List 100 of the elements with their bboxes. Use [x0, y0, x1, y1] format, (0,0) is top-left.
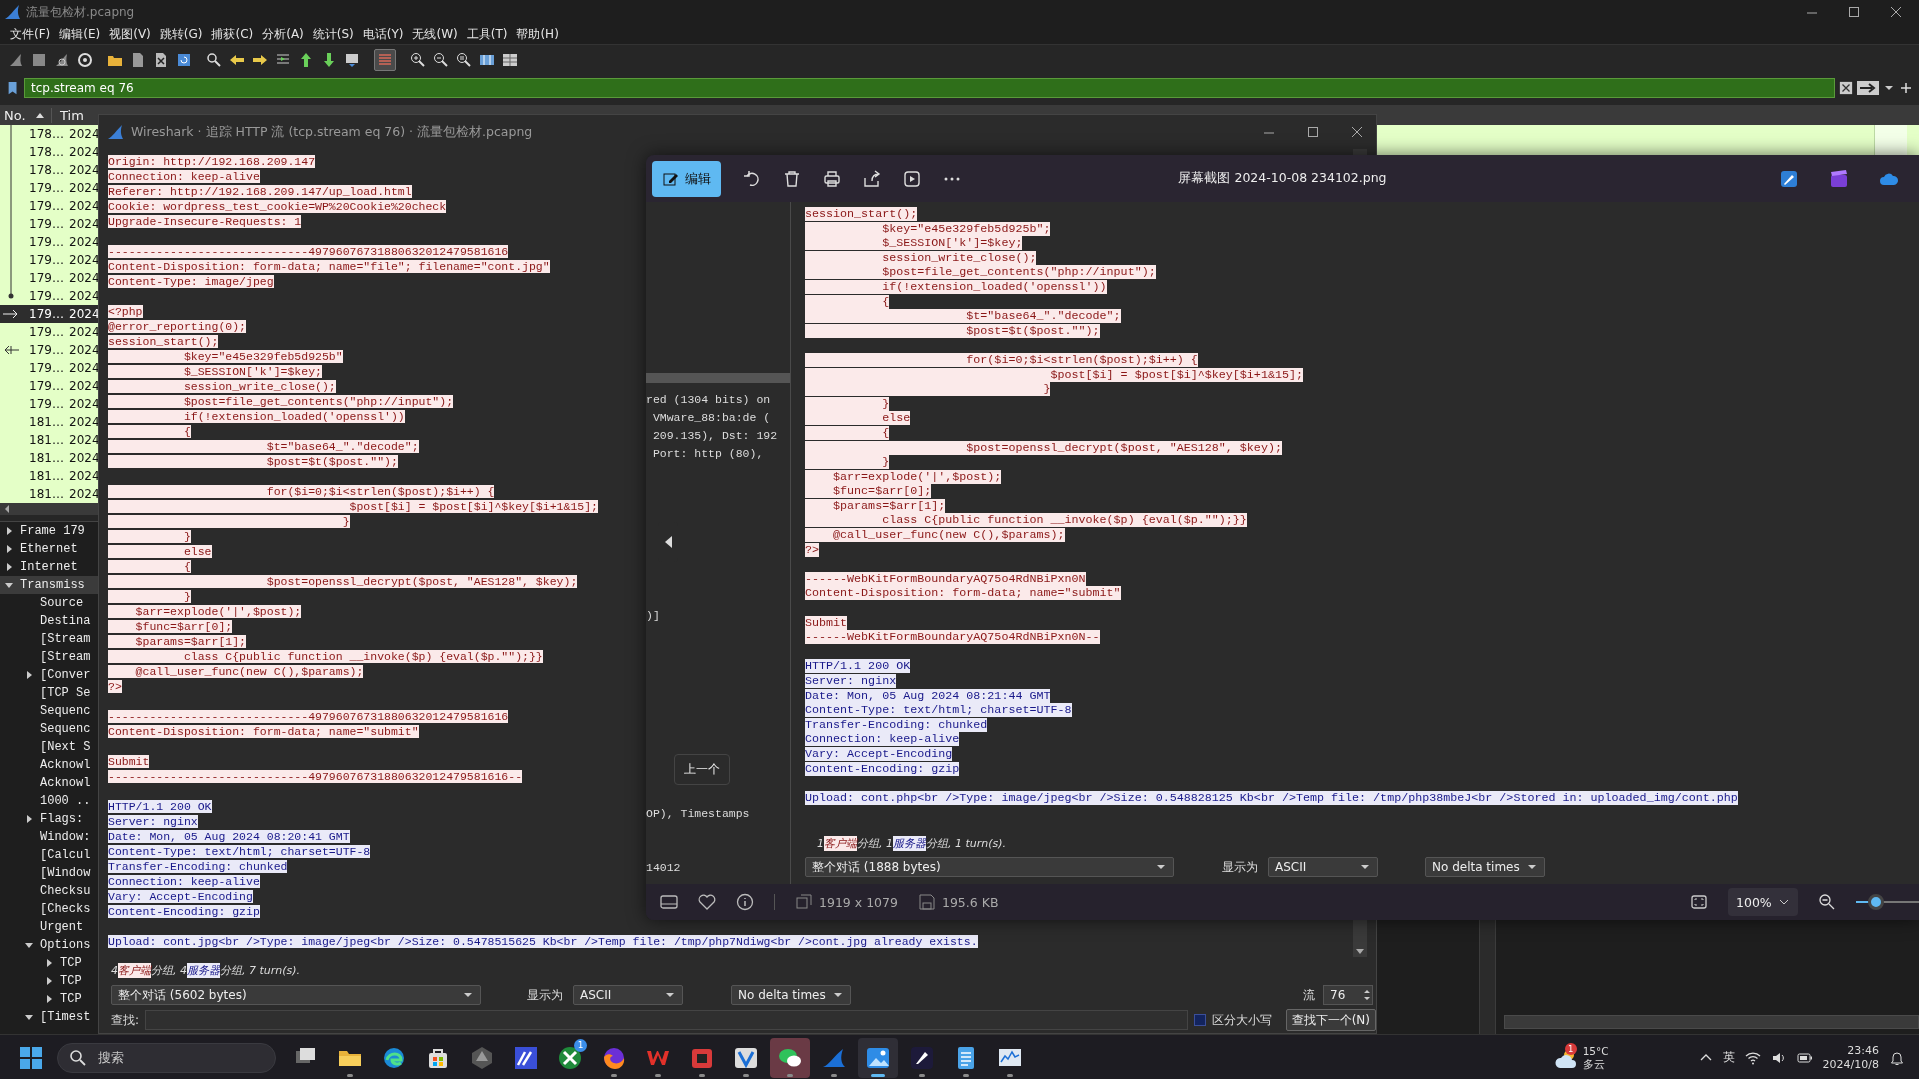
tree-item[interactable]: Sequenc — [0, 720, 98, 738]
column-header[interactable]: Tim — [52, 107, 84, 123]
menu-item[interactable]: 文件(F) — [10, 25, 51, 43]
tree-item[interactable]: Flags: — [0, 810, 98, 828]
resize-columns-icon[interactable] — [479, 52, 495, 68]
plus-icon[interactable] — [1899, 81, 1913, 95]
tree-item[interactable]: Internet — [0, 558, 98, 576]
rotate-icon[interactable] — [743, 169, 761, 188]
packet-row[interactable]: 178… 2024 — [0, 125, 98, 143]
tree-item[interactable]: Source — [0, 594, 98, 612]
taskbar-app[interactable] — [770, 1037, 810, 1078]
stream-spinbox[interactable]: 76 — [1323, 985, 1373, 1005]
tree-item[interactable]: Acknowl — [0, 756, 98, 774]
down-arrow-icon[interactable] — [321, 52, 337, 68]
coloring-toggle[interactable] — [374, 49, 396, 71]
tree-item[interactable]: Destina — [0, 612, 98, 630]
tree-item[interactable]: TCP — [0, 954, 98, 972]
zoom-out-icon[interactable] — [433, 52, 449, 68]
scrollbar[interactable] — [1504, 1015, 1919, 1029]
fit-icon[interactable] — [1690, 893, 1708, 911]
bell-icon[interactable] — [1889, 1049, 1905, 1066]
up-arrow-icon[interactable] — [298, 52, 314, 68]
tree-item[interactable]: Options — [0, 936, 98, 954]
case-checkbox[interactable] — [1193, 1014, 1206, 1026]
file-icon[interactable] — [130, 52, 146, 68]
printer-icon[interactable] — [823, 169, 841, 188]
conversation-dropdown[interactable]: 整个对话 (5602 bytes) — [111, 985, 481, 1005]
tree-item[interactable]: [Calcul — [0, 846, 98, 864]
reload-icon[interactable] — [176, 52, 192, 68]
heart-icon[interactable] — [698, 893, 716, 911]
info-icon[interactable] — [736, 893, 754, 911]
find-field[interactable] — [145, 1010, 1188, 1030]
tree-item[interactable]: Urgent — [0, 918, 98, 936]
search-icon[interactable] — [206, 52, 222, 68]
tree-item[interactable]: TCP — [0, 972, 98, 990]
tree-item[interactable]: 1000 .. — [0, 792, 98, 810]
tree-item[interactable]: Checksu — [0, 882, 98, 900]
grid-icon[interactable] — [502, 52, 518, 68]
tree-item[interactable]: Sequenc — [0, 702, 98, 720]
slideshow-icon[interactable] — [903, 169, 921, 188]
tree-item[interactable]: [Conver — [0, 666, 98, 684]
menu-item[interactable]: 统计(S) — [312, 25, 354, 43]
delta-dropdown[interactable]: No delta times — [731, 985, 851, 1005]
taskbar-app[interactable] — [858, 1037, 898, 1078]
packet-row[interactable]: 181… 2024 — [0, 449, 98, 467]
packet-row[interactable]: 181… 2024 — [0, 467, 98, 485]
find-next-button[interactable]: 查找下一个(N) — [1285, 1009, 1376, 1031]
close-icon[interactable] — [1350, 125, 1364, 139]
gear-icon[interactable] — [77, 52, 93, 68]
packet-row[interactable]: 179… 2024 — [0, 305, 98, 323]
packet-row[interactable]: 178… 2024 — [0, 143, 98, 161]
packet-row[interactable]: 179… 2024 — [0, 287, 98, 305]
trash-icon[interactable] — [783, 169, 801, 188]
packet-row[interactable]: 179… 2024 — [0, 179, 98, 197]
menu-item[interactable]: 工具(T) — [466, 25, 508, 43]
tree-item[interactable]: [Timest — [0, 1008, 98, 1026]
tree-item[interactable]: [Checks — [0, 900, 98, 918]
tree-item[interactable]: Acknowl — [0, 774, 98, 792]
show-as-dropdown[interactable]: ASCII — [573, 985, 683, 1005]
tree-item[interactable]: [Next S — [0, 738, 98, 756]
display-filter-field[interactable]: tcp.stream eq 76 — [24, 78, 1835, 98]
packet-row[interactable]: 179… 2024 — [0, 341, 98, 359]
tree-item[interactable]: Window: — [0, 828, 98, 846]
menu-item[interactable]: 电话(Y) — [362, 25, 404, 43]
zoom-in-icon[interactable] — [410, 52, 426, 68]
filmstrip-icon[interactable] — [660, 893, 678, 911]
packet-row[interactable]: 179… 2024 — [0, 395, 98, 413]
weather-widget[interactable]: 1 15°C 多云 — [1554, 1044, 1609, 1071]
tree-item[interactable]: [Window — [0, 864, 98, 882]
input-method[interactable]: 英 — [1722, 1049, 1735, 1066]
packet-row[interactable]: 179… 2024 — [0, 215, 98, 233]
packet-row[interactable]: 179… 2024 — [0, 377, 98, 395]
tree-item[interactable]: [TCP Se — [0, 684, 98, 702]
edit-button[interactable]: 编辑 — [652, 160, 721, 197]
tree-item[interactable]: TCP — [0, 990, 98, 1008]
apply-arrow-icon[interactable] — [1857, 80, 1879, 96]
zoom-dropdown[interactable]: 100% — [1728, 888, 1798, 916]
menu-item[interactable]: 分析(A) — [262, 25, 304, 43]
stop-icon[interactable] — [31, 52, 47, 68]
search-field[interactable]: 搜索 — [57, 1042, 276, 1073]
zoom-out-icon[interactable] — [1818, 893, 1836, 911]
scrollbar[interactable] — [0, 503, 98, 515]
bookmark-icon[interactable] — [6, 80, 20, 96]
packet-row[interactable]: 181… 2024 — [0, 431, 98, 449]
zoom-reset-icon[interactable] — [456, 52, 472, 68]
tree-item[interactable]: [Stream — [0, 648, 98, 666]
tree-item[interactable]: Transmiss — [0, 576, 98, 594]
menu-item[interactable]: 捕获(C) — [211, 25, 254, 43]
packet-row[interactable]: 179… 2024 — [0, 197, 98, 215]
packet-row[interactable]: 179… 2024 — [0, 269, 98, 287]
tree-item[interactable]: [Stream — [0, 630, 98, 648]
packet-row[interactable]: 179… 2024 — [0, 251, 98, 269]
packet-row[interactable]: 179… 2024 — [0, 233, 98, 251]
clock[interactable]: 23:46 2024/10/8 — [1822, 1043, 1879, 1072]
packet-row[interactable]: 181… 2024 — [0, 485, 98, 503]
packet-row[interactable]: 179… 2024 — [0, 359, 98, 377]
close-icon[interactable] — [1889, 5, 1903, 19]
clapper-icon[interactable] — [1829, 168, 1849, 189]
packet-row[interactable]: 178… 2024 — [0, 161, 98, 179]
shark-fin-icon[interactable] — [8, 52, 24, 68]
